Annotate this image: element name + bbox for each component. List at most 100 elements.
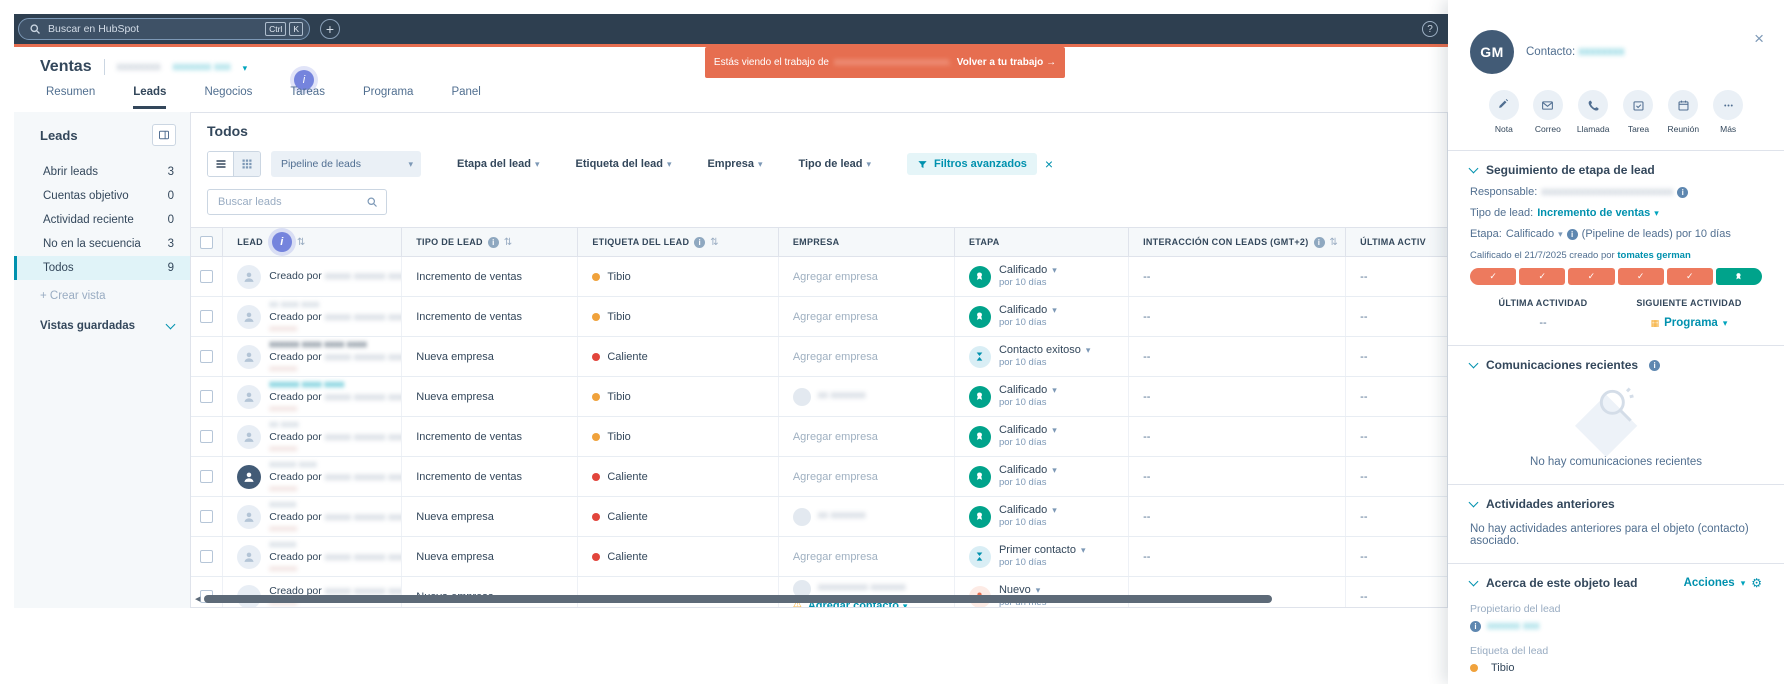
sidebar-item-abrir-leads[interactable]: Abrir leads 3 — [14, 160, 190, 184]
sort-icon[interactable] — [297, 237, 306, 248]
contact-name-redacted[interactable]: xxxxxxxx — [1578, 46, 1624, 58]
select-all-checkbox[interactable] — [200, 235, 214, 249]
lead-name-redacted[interactable]: xxxxxx — [269, 499, 401, 510]
stage-badge-icon — [968, 425, 991, 448]
lead-created-by: Creado por xxxxx xxxxxx xxxxx — [269, 511, 401, 524]
clear-filters-icon[interactable] — [1045, 156, 1053, 172]
stage-value[interactable]: Calificado — [1506, 228, 1554, 240]
action-mas[interactable]: Más — [1713, 90, 1744, 134]
stage-section-header[interactable]: Seguimiento de etapa de lead — [1468, 163, 1762, 177]
lead-name-redacted[interactable]: xxxxxx xxxx xxxx — [269, 379, 401, 390]
action-llamada[interactable]: Llamada — [1577, 90, 1609, 134]
global-search-input[interactable]: Buscar en HubSpot Ctrl K — [18, 18, 310, 40]
action-tarea[interactable]: Tarea — [1623, 90, 1654, 134]
scrollbar-thumb[interactable] — [204, 595, 1273, 603]
stage-complete-check-icon[interactable]: ✓ — [1568, 268, 1615, 285]
add-company-link[interactable]: Agregar empresa — [793, 551, 878, 563]
onboarding-beacon-icon[interactable] — [271, 232, 292, 252]
action-correo[interactable]: Correo — [1532, 90, 1563, 134]
tab-resumen[interactable]: Resumen — [46, 86, 95, 109]
gear-icon[interactable] — [1751, 576, 1762, 590]
pipeline-select[interactable]: Pipeline de leads — [271, 151, 421, 177]
lead-search-input[interactable] — [218, 196, 366, 208]
lead-name-redacted[interactable]: xxxxxx xxxx xxxx xxxx — [269, 339, 401, 350]
collapse-sidebar-button[interactable] — [152, 124, 176, 146]
row-select-cell — [191, 337, 222, 376]
row-checkbox[interactable] — [200, 430, 214, 443]
owner-name-redacted[interactable]: xxxxxx xxx — [1487, 620, 1540, 632]
list-view-button[interactable] — [208, 152, 234, 176]
stage-label[interactable]: Primer contacto — [999, 544, 1086, 558]
tab-tareas[interactable]: Tareas — [290, 86, 325, 109]
stage-complete-check-icon[interactable]: ✓ — [1617, 268, 1664, 285]
stage-complete-check-icon[interactable]: ✓ — [1666, 268, 1713, 285]
action-reunion[interactable]: Reunión — [1667, 90, 1699, 134]
create-view-link[interactable]: + Crear vista — [14, 280, 190, 308]
stage-label[interactable]: Calificado — [999, 464, 1057, 478]
filter-etapa-del-lead[interactable]: Etapa del lead — [457, 158, 540, 170]
about-title-wrap[interactable]: Acerca de este objeto lead — [1468, 576, 1637, 590]
filter-etiqueta-del-lead[interactable]: Etiqueta del lead — [576, 158, 672, 170]
scroll-left-arrow-icon[interactable]: ◀ — [195, 595, 200, 603]
help-icon[interactable] — [1422, 21, 1438, 37]
create-new-button[interactable] — [320, 19, 340, 39]
stage-label[interactable]: Contacto exitoso — [999, 344, 1090, 358]
lead-cell: Creado por xxxxx xxxxxx xxxxx — [222, 257, 401, 296]
sidebar-item-no-en-la-secuencia[interactable]: No en la secuencia 3 — [14, 232, 190, 256]
interaction-cell: -- — [1128, 377, 1345, 416]
stage-label[interactable]: Calificado — [999, 424, 1057, 438]
chevron-down-icon[interactable] — [243, 58, 248, 76]
search-icon — [30, 24, 40, 34]
row-checkbox[interactable] — [200, 270, 214, 283]
tab-negocios[interactable]: Negocios — [204, 86, 252, 109]
row-checkbox[interactable] — [200, 550, 214, 563]
last-activity-cell: -- — [1345, 377, 1447, 416]
tab-leads[interactable]: Leads — [133, 86, 167, 109]
lead-name-redacted[interactable]: xx xxxx xxxx — [269, 299, 401, 310]
filter-tipo-de-lead[interactable]: Tipo de lead — [798, 158, 871, 170]
row-checkbox[interactable] — [200, 310, 214, 323]
advanced-filters-button[interactable]: Filtros avanzados — [907, 153, 1037, 175]
sidebar-item-todos[interactable]: Todos 9 — [14, 256, 190, 280]
tab-programa[interactable]: Programa — [363, 86, 414, 109]
sidebar-item-actividad-reciente[interactable]: Actividad reciente 0 — [14, 208, 190, 232]
sort-icon[interactable] — [504, 237, 513, 248]
sidebar-item-cuentas-objetivo[interactable]: Cuentas objetivo 0 — [14, 184, 190, 208]
add-company-link[interactable]: Agregar empresa — [793, 351, 878, 363]
back-to-work-link[interactable]: Volver a tu trabajo → — [957, 57, 1056, 68]
add-company-link[interactable]: Agregar empresa — [793, 271, 878, 283]
board-view-button[interactable] — [234, 152, 260, 176]
lead-name-redacted[interactable]: xxxxxx — [269, 539, 401, 550]
filter-empresa[interactable]: Empresa — [707, 158, 762, 170]
stage-label[interactable]: Calificado — [999, 504, 1057, 518]
add-company-link[interactable]: Agregar empresa — [793, 311, 878, 323]
stage-label[interactable]: Calificado — [999, 384, 1057, 398]
row-checkbox[interactable] — [200, 470, 214, 483]
pipeline-selector-redacted[interactable]: xxxxxxx xxx — [173, 61, 231, 73]
lead-type-value[interactable]: Incremento de ventas — [1537, 207, 1650, 219]
sort-icon[interactable] — [710, 237, 719, 248]
row-checkbox[interactable] — [200, 510, 214, 523]
row-checkbox[interactable] — [200, 390, 214, 403]
comms-section-header[interactable]: Comunicaciones recientes — [1468, 358, 1762, 372]
add-company-link[interactable]: Agregar empresa — [793, 431, 878, 443]
close-icon[interactable] — [1754, 30, 1764, 47]
actions-dropdown[interactable]: Acciones — [1684, 576, 1762, 590]
schedule-link[interactable]: Programa — [1664, 317, 1718, 329]
stage-current-badge-icon[interactable] — [1715, 268, 1763, 285]
stage-label[interactable]: Calificado — [999, 304, 1057, 318]
lead-subtext-redacted: xxxxxxx — [269, 523, 298, 533]
lead-name-redacted[interactable]: xx xxxx — [269, 419, 401, 430]
lead-name-redacted[interactable]: xxxxxx xxxx — [269, 459, 401, 470]
saved-views-toggle[interactable]: Vistas guardadas — [14, 308, 190, 338]
action-nota[interactable]: Nota — [1488, 90, 1519, 134]
stage-complete-check-icon[interactable]: ✓ — [1470, 268, 1517, 285]
sort-icon[interactable] — [1330, 237, 1339, 248]
tab-panel[interactable]: Panel — [451, 86, 480, 109]
stage-complete-check-icon[interactable]: ✓ — [1519, 268, 1566, 285]
qualified-note-author[interactable]: tomates german — [1617, 250, 1690, 261]
row-checkbox[interactable] — [200, 350, 214, 363]
stage-label[interactable]: Calificado — [999, 264, 1057, 278]
add-company-link[interactable]: Agregar empresa — [793, 471, 878, 483]
previous-section-header[interactable]: Actividades anteriores — [1468, 497, 1762, 511]
